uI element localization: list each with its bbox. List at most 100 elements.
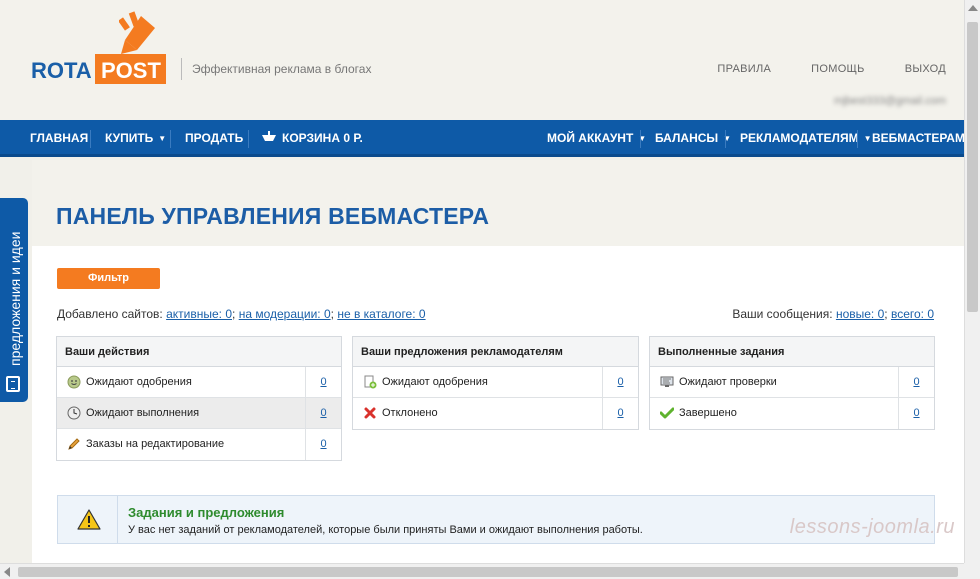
title-band: ПАНЕЛЬ УПРАВЛЕНИЯ ВЕБМАСТЕРА (32, 160, 964, 246)
nav-divider (248, 130, 249, 148)
nav-home[interactable]: ГЛАВНАЯ (30, 120, 88, 157)
list-item-label: Ожидают выполнения (86, 407, 200, 419)
notice-text: У вас нет заданий от рекламодателей, кот… (128, 524, 643, 536)
pencil-icon (68, 438, 80, 450)
count-link[interactable]: 0 (320, 438, 326, 450)
warning-icon (77, 509, 101, 530)
sites-stats: Добавлено сайтов: активные: 0; на модера… (57, 307, 426, 321)
sites-stats-prefix: Добавлено сайтов: (57, 307, 163, 321)
list-item-label: Ожидают одобрения (382, 376, 488, 388)
rules-link[interactable]: ПРАВИЛА (717, 63, 771, 75)
list-item[interactable]: Ожидают выполнения 0 (57, 398, 341, 429)
count-cell: 0 (602, 367, 638, 398)
checkmark-icon (660, 407, 674, 419)
site-header: ROTA POST Эффективная реклама в блогах П… (0, 0, 964, 120)
monitor-icon (660, 376, 674, 387)
clock-smiley-icon (67, 375, 81, 389)
horizontal-scroll-thumb[interactable] (18, 567, 958, 577)
all-messages-link[interactable]: всего: 0 (891, 307, 934, 321)
count-link[interactable]: 0 (617, 407, 623, 419)
list-item[interactable]: Ожидают одобрения 0 (57, 367, 341, 398)
nav-divider (640, 130, 641, 148)
box-title: Ваши предложения рекламодателям (353, 337, 638, 367)
scroll-up-icon[interactable] (968, 5, 978, 11)
tagline: Эффективная реклама в блогах (181, 58, 371, 80)
count-cell: 0 (305, 367, 341, 398)
feedback-side-tab[interactable]: предложения и идеи (0, 198, 28, 402)
rotapost-logo[interactable]: ROTA POST (31, 10, 176, 85)
list-item[interactable]: Ожидают проверки 0 (650, 367, 934, 398)
notice-title: Задания и предложения (128, 505, 285, 520)
your-actions-box: Ваши действия Ожидают одобрения 0 Ожидаю… (56, 336, 342, 461)
watermark: lessons-joomla.ru (789, 516, 955, 538)
warning-cell (58, 496, 118, 543)
new-messages-link[interactable]: новые: 0 (836, 307, 884, 321)
help-link[interactable]: ПОМОЩЬ (811, 63, 865, 75)
nav-buy[interactable]: КУПИТЬ ▼ (105, 120, 166, 157)
logo-text-rota: ROTA (31, 58, 92, 83)
nav-advertisers-label: РЕКЛАМОДАТЕЛЯМ (740, 131, 859, 145)
count-cell: 0 (305, 429, 341, 460)
horizontal-scrollbar[interactable] (0, 563, 964, 579)
list-item[interactable]: Заказы на редактирование 0 (57, 429, 341, 460)
scroll-left-icon[interactable] (4, 567, 10, 577)
filter-button[interactable]: Фильтр (57, 268, 160, 289)
count-cell: 0 (898, 398, 934, 429)
pencil-logo-icon (119, 11, 155, 54)
logo-text-post: POST (95, 54, 166, 84)
box-title: Ваши действия (57, 337, 341, 367)
list-item[interactable]: Завершено 0 (650, 398, 934, 429)
messages-stats: Ваши сообщения: новые: 0; всего: 0 (732, 307, 934, 321)
completed-tasks-box: Выполненные задания Ожидают проверки 0 З… (649, 336, 935, 430)
nav-account[interactable]: МОЙ АККАУНТ ▼ (547, 120, 646, 157)
list-item-label: Ожидают одобрения (86, 376, 192, 388)
cross-icon (364, 407, 376, 419)
count-cell: 0 (602, 398, 638, 429)
nav-home-label: ГЛАВНАЯ (30, 131, 89, 145)
chevron-down-icon: ▼ (863, 134, 872, 143)
list-item-label: Завершено (679, 407, 737, 419)
vertical-scroll-thumb[interactable] (967, 22, 978, 312)
messages-stats-prefix: Ваши сообщения: (732, 307, 833, 321)
list-item[interactable]: Отклонено 0 (353, 398, 638, 429)
list-item-label: Отклонено (382, 407, 438, 419)
cart-icon (262, 131, 276, 141)
nav-divider (725, 130, 726, 148)
feedback-tab-label: предложения и идеи (7, 231, 23, 366)
nav-balances[interactable]: БАЛАНСЫ ▼ (655, 120, 731, 157)
logout-link[interactable]: ВЫХОД (905, 63, 946, 75)
scrollbar-corner (964, 563, 980, 579)
nav-cart[interactable]: КОРЗИНА 0 Р. (262, 120, 363, 157)
stats-separator: ; (330, 307, 334, 321)
stats-separator: ; (232, 307, 236, 321)
nav-cart-label: КОРЗИНА 0 Р. (282, 131, 363, 145)
list-item[interactable]: Ожидают одобрения 0 (353, 367, 638, 398)
user-email: mjbest333@gmail.com (833, 95, 946, 107)
main-nav: ГЛАВНАЯ КУПИТЬ ▼ ПРОДАТЬ КОРЗИНА 0 Р. МОЙ… (0, 120, 978, 157)
nav-advertisers[interactable]: РЕКЛАМОДАТЕЛЯМ ▼ (740, 120, 872, 157)
nav-divider (90, 130, 91, 148)
count-link[interactable]: 0 (913, 376, 919, 388)
count-cell: 0 (305, 398, 341, 429)
nav-sell-label: ПРОДАТЬ (185, 131, 244, 145)
nav-webmasters[interactable]: ВЕБМАСТЕРАМ▼ (872, 120, 978, 157)
not-in-catalog-link[interactable]: не в каталоге: 0 (337, 307, 425, 321)
count-cell: 0 (898, 367, 934, 398)
top-links: ПРАВИЛА ПОМОЩЬ ВЫХОД (717, 63, 946, 75)
count-link[interactable]: 0 (913, 407, 919, 419)
page-title: ПАНЕЛЬ УПРАВЛЕНИЯ ВЕБМАСТЕРА (56, 203, 490, 229)
nav-webmasters-label: ВЕБМАСТЕРАМ (872, 131, 965, 145)
nav-divider (857, 130, 858, 148)
active-sites-link[interactable]: активные: 0 (166, 307, 232, 321)
moderation-sites-link[interactable]: на модерации: 0 (239, 307, 331, 321)
nav-sell[interactable]: ПРОДАТЬ (185, 120, 243, 157)
count-link[interactable]: 0 (320, 376, 326, 388)
nav-divider (170, 130, 171, 148)
nav-buy-label: КУПИТЬ (105, 131, 154, 145)
count-link[interactable]: 0 (320, 407, 326, 419)
vertical-scrollbar[interactable] (964, 0, 980, 563)
chevron-down-icon: ▼ (158, 134, 167, 143)
notepad-icon (6, 376, 20, 392)
nav-account-label: МОЙ АККАУНТ (547, 131, 634, 145)
count-link[interactable]: 0 (617, 376, 623, 388)
